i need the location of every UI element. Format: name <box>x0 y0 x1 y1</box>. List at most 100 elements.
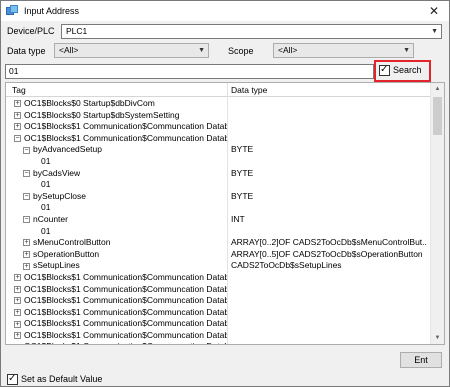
expand-icon[interactable]: + <box>23 262 30 270</box>
table-header: Tag Data type <box>6 83 431 97</box>
expand-icon[interactable]: + <box>14 274 21 282</box>
expand-icon[interactable]: + <box>23 239 30 247</box>
tag-cell: + sMenuControlButton <box>6 237 227 249</box>
table-row[interactable]: − OC1$Blocks$1 Communication$Communcation… <box>6 133 431 145</box>
title-bar: Input Address ✕ <box>1 1 449 21</box>
tag-cell: 01 <box>6 179 227 191</box>
checkmark-icon: ✓ <box>380 64 389 75</box>
table-row[interactable]: − byAdvancedSetup BYTE <box>6 144 431 156</box>
scroll-up-icon[interactable]: ▲ <box>431 83 444 95</box>
search-label: Search <box>393 65 422 75</box>
scope-label: Scope <box>228 46 254 56</box>
checkmark-icon: ✓ <box>8 373 17 384</box>
table-row[interactable]: − nCounter INT <box>6 214 431 226</box>
collapse-icon[interactable]: − <box>23 146 30 154</box>
tag-label: OC1$Blocks$0 Startup$dbSystemSetting <box>24 109 180 120</box>
scope-select[interactable]: <All> ▼ <box>273 43 414 58</box>
collapse-icon[interactable]: − <box>23 193 30 200</box>
tag-label: byCadsView <box>33 167 81 178</box>
table-row[interactable]: 01 <box>6 202 431 214</box>
expand-icon[interactable]: + <box>14 100 21 108</box>
expand-icon[interactable]: + <box>14 285 21 293</box>
chevron-down-icon: ▼ <box>403 47 410 54</box>
column-header-datatype[interactable]: Data type <box>227 83 267 97</box>
collapse-icon[interactable]: − <box>14 135 21 143</box>
vertical-scrollbar[interactable]: ▲ ▼ <box>430 83 444 344</box>
table-row[interactable]: +OC1$Blocks$1 Communication$Communcation… <box>6 295 431 307</box>
tag-label: 01 <box>41 179 51 190</box>
tag-cell: +OC1$Blocks$1 Communication$Communcation… <box>6 307 227 319</box>
tag-cell: +OC1$Blocks$1 Communication$Communcation… <box>6 284 227 296</box>
tag-label: OC1$Blocks$1 Communication$Communcation … <box>24 295 227 306</box>
tag-label: OC1$Blocks$1 Communication$Communcation … <box>24 283 227 294</box>
table-row[interactable]: + sOperationButton ARRAY[0..5]OF CADS2ToOc… <box>6 249 431 261</box>
tag-cell: + OC1$Blocks$0 Startup$dbSystemSetting <box>6 110 227 122</box>
table-row[interactable]: + OC1$Blocks$0 Startup$dbDivCom <box>6 98 431 110</box>
expand-icon[interactable]: + <box>14 332 21 340</box>
expand-icon[interactable]: + <box>14 123 21 131</box>
table-row[interactable]: 01 <box>6 226 431 238</box>
table-row[interactable]: + sSetupLines CADS2ToOcDb$sSetupLines <box>6 260 431 272</box>
tag-cell: +OC1$Blocks$1 Communication$Communcation… <box>6 318 227 330</box>
tag-label: sMenuControlButton <box>33 237 111 248</box>
collapse-icon[interactable]: − <box>23 169 30 177</box>
table-row[interactable]: +OC1$Blocks$1 Communication$Communcation… <box>6 121 431 133</box>
tag-cell: + sSetupLines <box>6 260 227 272</box>
column-header-tag[interactable]: Tag <box>8 83 26 97</box>
datatype-label: Data type <box>7 46 46 56</box>
expand-icon[interactable]: + <box>14 297 21 305</box>
tag-cell: − bySetupClose <box>6 191 227 203</box>
table-row[interactable]: 01 <box>6 179 431 191</box>
table-row[interactable]: − byCadsView BYTE <box>6 168 431 180</box>
ent-button[interactable]: Ent <box>400 352 442 368</box>
table-row[interactable]: +OC1$Blocks$1 Communication$Communcation… <box>6 318 431 330</box>
tag-label: OC1$Blocks$1 Communication$Communcation … <box>24 271 227 282</box>
expand-icon[interactable]: + <box>23 250 30 258</box>
tag-label: OC1$Blocks$1 Communication$Communcation … <box>24 341 227 344</box>
datatype-cell: BYTE <box>231 190 254 201</box>
app-icon <box>6 5 18 17</box>
table-row[interactable]: + OC1$Blocks$0 Startup$dbSystemSetting <box>6 110 431 122</box>
tag-label: nCounter <box>33 213 68 224</box>
datatype-cell: ARRAY[0..2]OF CADS2ToOcDb$sMenuControlBu… <box>231 237 427 248</box>
tag-label: OC1$Blocks$1 Communication$Communcation … <box>24 318 227 329</box>
tag-table: Tag Data type + OC1$Blocks$0 Startup$dbDi… <box>5 82 445 345</box>
tag-cell: + OC1$Blocks$0 Startup$dbDivCom <box>6 98 227 110</box>
scope-value: <All> <box>278 45 298 55</box>
table-row[interactable]: +OC1$Blocks$1 Communication$Communcation… <box>6 284 431 296</box>
table-row[interactable]: +OC1$Blocks$1 Communication$Communcation… <box>6 330 431 342</box>
table-row[interactable]: 01 <box>6 156 431 168</box>
tag-label: sSetupLines <box>33 260 80 271</box>
tag-cell: − OC1$Blocks$1 Communication$Communcation… <box>6 133 227 145</box>
datatype-cell: ARRAY[0..5]OF CADS2ToOcDb$sOperationButt… <box>231 248 423 259</box>
expand-icon[interactable]: + <box>14 343 21 344</box>
datatype-cell: BYTE <box>231 167 254 178</box>
close-icon[interactable]: ✕ <box>419 1 449 21</box>
chevron-down-icon: ▼ <box>198 47 205 54</box>
table-row[interactable]: +OC1$Blocks$1 Communication$Communcation… <box>6 307 431 319</box>
tag-cell: − nCounter <box>6 214 227 226</box>
tag-label: OC1$Blocks$1 Communication$Communcation … <box>24 306 227 317</box>
expand-icon[interactable]: + <box>14 320 21 328</box>
tag-label: OC1$Blocks$1 Communication$Communcation … <box>24 329 227 340</box>
search-checkbox[interactable]: ✓ <box>379 64 390 76</box>
tag-label: 01 <box>41 155 51 166</box>
tag-cell: +OC1$Blocks$1 Communication$Communcation… <box>6 341 227 344</box>
tag-label: bySetupClose <box>33 190 86 201</box>
device-select[interactable]: PLC1 ▼ <box>61 24 442 39</box>
expand-icon[interactable]: + <box>14 111 21 119</box>
table-row[interactable]: + sMenuControlButton ARRAY[0..2]OF CADS2To… <box>6 237 431 249</box>
collapse-icon[interactable]: − <box>23 216 30 224</box>
default-value-checkbox[interactable]: ✓ <box>7 373 18 385</box>
search-input[interactable]: 01 <box>5 64 374 79</box>
tag-label: byAdvancedSetup <box>33 144 102 155</box>
expand-icon[interactable]: + <box>14 308 21 316</box>
scroll-down-icon[interactable]: ▼ <box>431 332 444 344</box>
datatype-select[interactable]: <All> ▼ <box>54 43 209 58</box>
table-row[interactable]: +OC1$Blocks$1 Communication$Communcation… <box>6 272 431 284</box>
tag-cell: +OC1$Blocks$1 Communication$Communcation… <box>6 272 227 284</box>
table-row[interactable]: +OC1$Blocks$1 Communication$Communcation… <box>6 341 431 344</box>
tag-cell: +OC1$Blocks$1 Communication$Communcation… <box>6 295 227 307</box>
table-row[interactable]: − bySetupClose BYTE <box>6 191 431 203</box>
scroll-thumb[interactable] <box>433 97 442 135</box>
